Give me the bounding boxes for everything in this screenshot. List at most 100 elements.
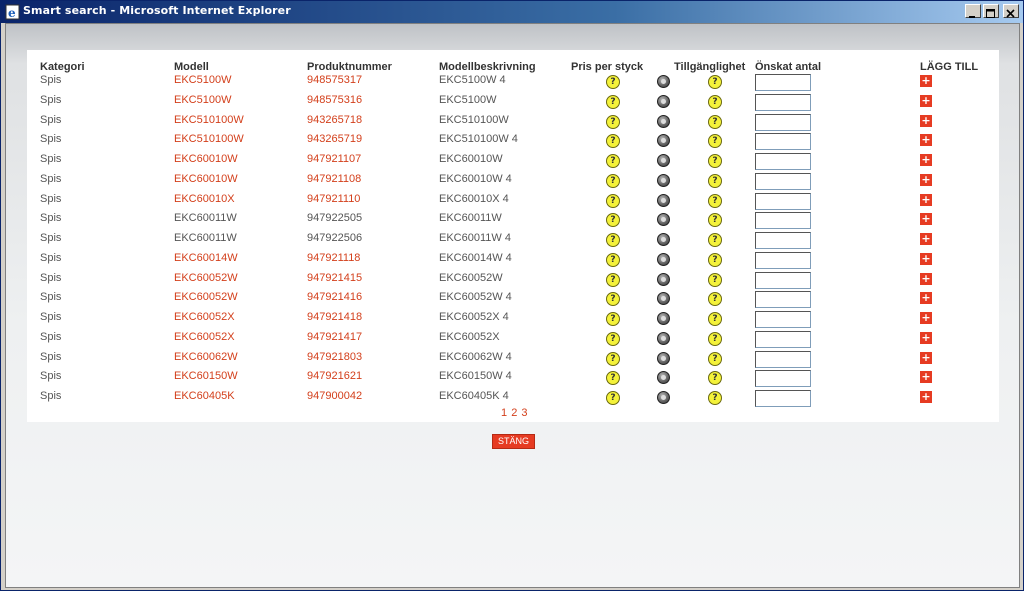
- price-help-icon[interactable]: ?: [606, 312, 620, 326]
- cell-modell-link[interactable]: EKC5100W: [174, 94, 231, 106]
- add-to-cart-plus-icon[interactable]: +: [920, 292, 932, 305]
- info-icon[interactable]: [657, 173, 670, 187]
- availability-help-icon[interactable]: ?: [708, 193, 722, 208]
- cell-produktnummer-link[interactable]: 947921416: [307, 291, 362, 303]
- price-help-icon[interactable]: ?: [606, 331, 620, 346]
- price-help-icon[interactable]: ?: [606, 292, 620, 307]
- info-icon[interactable]: [657, 193, 670, 207]
- cell-produktnummer-link[interactable]: 948575317: [307, 74, 362, 86]
- cell-produktnummer-link[interactable]: 947921108: [307, 173, 361, 185]
- quantity-input[interactable]: [755, 133, 811, 151]
- add-to-cart-plus-icon[interactable]: +: [920, 134, 932, 147]
- availability-help-icon[interactable]: ?: [708, 391, 722, 405]
- cell-produktnummer-link[interactable]: 948575316: [307, 94, 362, 106]
- cell-modell-link[interactable]: EKC60052X: [174, 311, 235, 323]
- page-link[interactable]: 3: [521, 407, 527, 419]
- info-icon[interactable]: [657, 252, 670, 266]
- price-help-icon[interactable]: ?: [606, 154, 620, 168]
- quantity-input[interactable]: [755, 153, 811, 170]
- cell-produktnummer-link[interactable]: 947921415: [307, 272, 362, 284]
- availability-help-icon[interactable]: ?: [708, 173, 722, 188]
- add-to-cart-plus-icon[interactable]: +: [920, 94, 932, 107]
- availability-help-icon[interactable]: ?: [708, 75, 722, 89]
- quantity-input[interactable]: [755, 232, 811, 249]
- close-window-button[interactable]: [1003, 4, 1019, 18]
- quantity-input[interactable]: [755, 113, 811, 131]
- add-to-cart-plus-icon[interactable]: +: [920, 173, 932, 186]
- info-icon[interactable]: [657, 154, 670, 167]
- cell-produktnummer-link[interactable]: 947921621: [307, 370, 362, 382]
- add-to-cart-plus-icon[interactable]: +: [920, 193, 932, 206]
- cell-produktnummer-link[interactable]: 947921110: [307, 193, 360, 205]
- cell-modell-link[interactable]: EKC510100W: [174, 133, 244, 145]
- info-icon[interactable]: [657, 351, 670, 365]
- cell-modell-link[interactable]: EKC60014W: [174, 252, 238, 264]
- price-help-icon[interactable]: ?: [606, 173, 620, 188]
- info-icon[interactable]: [657, 134, 670, 148]
- title-bar[interactable]: e Smart search - Microsoft Internet Expl…: [1, 1, 1023, 23]
- availability-help-icon[interactable]: ?: [708, 134, 722, 149]
- info-icon[interactable]: [657, 292, 670, 306]
- price-help-icon[interactable]: ?: [606, 94, 620, 109]
- quantity-input[interactable]: [755, 350, 811, 368]
- info-icon[interactable]: [657, 312, 670, 325]
- stang-button[interactable]: STÄNG: [492, 434, 535, 449]
- info-icon[interactable]: [657, 213, 670, 227]
- cell-produktnummer-link[interactable]: 947921803: [307, 351, 362, 363]
- info-icon[interactable]: [657, 371, 670, 385]
- price-help-icon[interactable]: ?: [606, 114, 620, 129]
- cell-modell-link[interactable]: EKC60010W: [174, 173, 238, 185]
- cell-modell-link[interactable]: EKC60052W: [174, 291, 238, 303]
- quantity-input[interactable]: [755, 271, 811, 289]
- info-icon[interactable]: [657, 331, 670, 345]
- page-link[interactable]: 2: [511, 407, 517, 419]
- quantity-input[interactable]: [755, 74, 811, 91]
- cell-produktnummer-link[interactable]: 947900042: [307, 390, 362, 402]
- info-icon[interactable]: [657, 233, 670, 246]
- availability-help-icon[interactable]: ?: [708, 312, 722, 326]
- quantity-input[interactable]: [755, 370, 811, 388]
- cell-produktnummer-link[interactable]: 947921107: [307, 153, 361, 165]
- add-to-cart-plus-icon[interactable]: +: [920, 351, 932, 364]
- cell-produktnummer-link[interactable]: 947921418: [307, 311, 362, 323]
- price-help-icon[interactable]: ?: [606, 213, 620, 228]
- cell-modell-link[interactable]: EKC60010X: [174, 193, 235, 205]
- quantity-input[interactable]: [755, 192, 811, 210]
- quantity-input[interactable]: [755, 311, 811, 328]
- price-help-icon[interactable]: ?: [606, 75, 620, 89]
- quantity-input[interactable]: [755, 93, 811, 111]
- quantity-input[interactable]: [755, 330, 811, 348]
- cell-modell-link[interactable]: EKC60062W: [174, 351, 238, 363]
- info-icon[interactable]: [657, 114, 670, 128]
- add-to-cart-plus-icon[interactable]: +: [920, 312, 932, 324]
- page-link[interactable]: 1: [501, 407, 507, 419]
- cell-produktnummer-link[interactable]: 947921118: [307, 252, 360, 264]
- cell-modell-link[interactable]: EKC5100W: [174, 74, 231, 86]
- cell-modell-link[interactable]: EKC60405K: [174, 390, 235, 402]
- availability-help-icon[interactable]: ?: [708, 233, 722, 247]
- add-to-cart-plus-icon[interactable]: +: [920, 213, 932, 226]
- quantity-input[interactable]: [755, 172, 811, 190]
- availability-help-icon[interactable]: ?: [708, 154, 722, 168]
- cell-modell-link[interactable]: EKC60052W: [174, 272, 238, 284]
- cell-modell-link[interactable]: EKC60150W: [174, 370, 238, 382]
- price-help-icon[interactable]: ?: [606, 371, 620, 386]
- availability-help-icon[interactable]: ?: [708, 292, 722, 307]
- cell-produktnummer-link[interactable]: 947921417: [307, 331, 362, 343]
- add-to-cart-plus-icon[interactable]: +: [920, 252, 932, 265]
- cell-produktnummer-link[interactable]: 943265718: [307, 114, 362, 126]
- info-icon[interactable]: [657, 94, 670, 108]
- price-help-icon[interactable]: ?: [606, 233, 620, 247]
- add-to-cart-plus-icon[interactable]: +: [920, 75, 932, 87]
- cell-modell-link[interactable]: EKC60052X: [174, 331, 235, 343]
- price-help-icon[interactable]: ?: [606, 272, 620, 287]
- quantity-input[interactable]: [755, 390, 811, 407]
- availability-help-icon[interactable]: ?: [708, 331, 722, 346]
- cell-produktnummer-link[interactable]: 943265719: [307, 133, 362, 145]
- quantity-input[interactable]: [755, 291, 811, 309]
- add-to-cart-plus-icon[interactable]: +: [920, 331, 932, 344]
- availability-help-icon[interactable]: ?: [708, 371, 722, 386]
- info-icon[interactable]: [657, 272, 670, 286]
- add-to-cart-plus-icon[interactable]: +: [920, 154, 932, 166]
- minimize-button[interactable]: [965, 4, 981, 18]
